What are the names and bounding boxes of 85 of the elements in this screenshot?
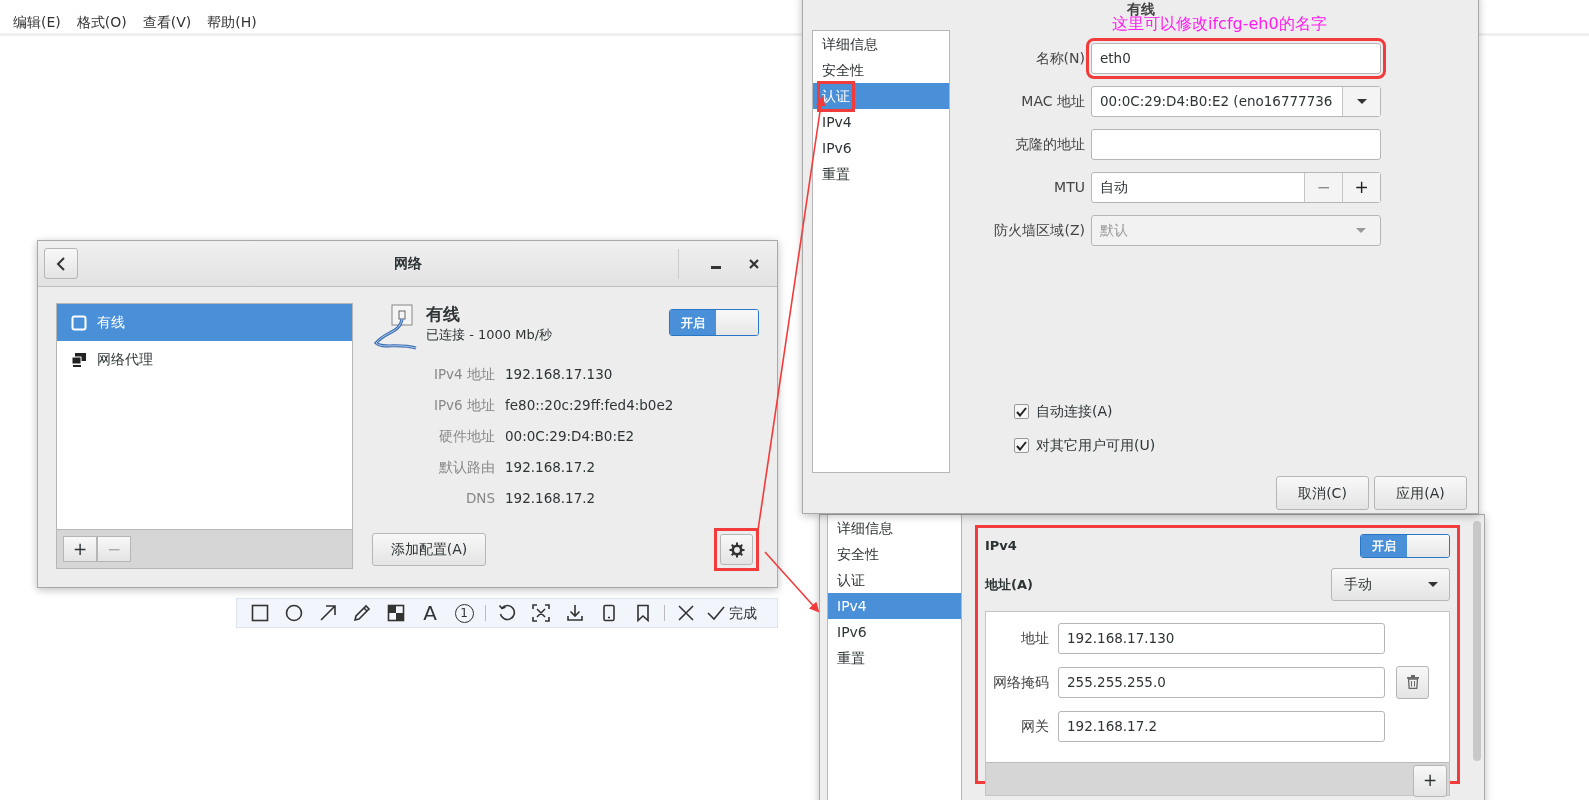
sidebar-item[interactable]: 安全性 xyxy=(828,541,961,567)
text-field[interactable]: 192.168.17.130 xyxy=(1058,622,1385,654)
sidebar-item[interactable]: 详细信息 xyxy=(813,31,949,57)
bookmark-icon[interactable] xyxy=(634,604,652,622)
detail-label: 默认路由 xyxy=(438,458,496,478)
undo-icon[interactable] xyxy=(498,604,516,622)
checkbox-label: 对其它用户可用(U) xyxy=(1036,436,1156,455)
caret-icon xyxy=(1427,581,1439,588)
increment-button[interactable]: + xyxy=(1342,173,1380,202)
detail-label: 硬件地址 xyxy=(438,427,496,447)
field-label: 网络掩码 xyxy=(992,672,1050,692)
caret-icon xyxy=(1355,98,1368,105)
detail-value: 00:0C:29:D4:B0:E2 xyxy=(505,427,635,447)
checkbox[interactable] xyxy=(1014,438,1029,453)
detail-value: 192.168.17.2 xyxy=(505,489,596,509)
dropdown[interactable]: 00:0C:29:D4:B0:E2 (eno16777736 xyxy=(1091,86,1381,117)
connection-status: 已连接 - 1000 Mb/秒 xyxy=(426,326,553,344)
field-label: 克隆的地址 xyxy=(1014,135,1086,154)
field-label: 名称(N) xyxy=(1034,49,1086,68)
detail-label: IPv6 地址 xyxy=(433,396,496,416)
add-button[interactable]: + xyxy=(1413,765,1447,797)
network-icon xyxy=(71,314,87,331)
sidebar-item[interactable]: 重置 xyxy=(813,161,949,187)
menu-item[interactable]: 帮助(H) xyxy=(207,12,257,33)
connection-name: 有线 xyxy=(426,303,461,325)
annotation-text: 这里可以修改ifcfg-eh0的名字 xyxy=(1112,15,1327,33)
mosaic-icon[interactable] xyxy=(387,604,405,622)
field-label: 地址(A) xyxy=(985,575,1033,594)
arrow-icon[interactable] xyxy=(319,604,337,622)
pencil-icon[interactable] xyxy=(353,604,371,622)
field-label: MTU xyxy=(1053,178,1086,197)
add-profile-button[interactable]: 添加配置(A) xyxy=(372,533,486,566)
dropdown: 默认 xyxy=(1091,215,1381,246)
sidebar-item[interactable]: 重置 xyxy=(828,645,961,671)
section-title: IPv4 xyxy=(985,537,1017,556)
dialog-title: 有线 xyxy=(1126,1,1155,17)
detail-value: 192.168.17.130 xyxy=(505,365,613,385)
text-field[interactable] xyxy=(1091,129,1381,160)
settings-icon xyxy=(728,541,745,558)
menu-item[interactable]: 查看(V) xyxy=(142,12,192,33)
caret-icon xyxy=(1355,227,1367,234)
annotation-arrow xyxy=(764,551,820,613)
check-icon xyxy=(707,604,725,622)
detail-label: DNS xyxy=(464,489,496,509)
field-label: MAC 地址 xyxy=(1020,92,1086,111)
sidebar-item[interactable]: IPv4 xyxy=(813,109,949,135)
dialog-button[interactable]: 应用(A) xyxy=(1374,476,1467,510)
field-label: 网关 xyxy=(1020,716,1050,736)
download-icon[interactable] xyxy=(566,604,584,622)
checkbox[interactable] xyxy=(1014,404,1029,419)
text-field[interactable]: 192.168.17.2 xyxy=(1058,710,1385,742)
field-label: 地址 xyxy=(1020,628,1050,648)
sidebar-item[interactable]: IPv6 xyxy=(828,619,961,645)
method-dropdown[interactable]: 手动 xyxy=(1331,568,1450,601)
rectangle-icon[interactable] xyxy=(251,604,269,622)
close-icon[interactable] xyxy=(749,258,759,269)
circle-icon[interactable] xyxy=(285,604,303,622)
add-button[interactable]: + xyxy=(63,536,97,562)
delete-button[interactable] xyxy=(1396,665,1429,699)
crop-icon[interactable] xyxy=(532,604,550,622)
detail-label: IPv4 地址 xyxy=(433,365,496,385)
back-button[interactable] xyxy=(44,248,78,279)
sidebar-item[interactable]: 详细信息 xyxy=(828,515,961,541)
detail-value: 192.168.17.2 xyxy=(505,458,596,478)
field-label: 防火墙区域(Z) xyxy=(993,221,1086,240)
menu-item[interactable]: 格式(O) xyxy=(76,12,127,33)
checkbox-label: 自动连接(A) xyxy=(1036,402,1113,421)
dialog-button[interactable]: 取消(C) xyxy=(1276,476,1369,510)
trash-icon xyxy=(1406,675,1419,689)
sidebar-item[interactable]: IPv6 xyxy=(813,135,949,161)
sidebar-item[interactable]: 安全性 xyxy=(813,57,949,83)
done-button[interactable]: 完成 xyxy=(707,602,757,624)
window-title: 网络 xyxy=(393,254,422,273)
computers-icon xyxy=(71,351,87,368)
detail-value: fe80::20c:29ff:fed4:b0e2 xyxy=(505,396,674,416)
chevron-left-icon xyxy=(56,256,66,271)
scrollbar[interactable] xyxy=(1473,521,1481,761)
close-icon[interactable] xyxy=(677,604,695,622)
settings-button[interactable] xyxy=(720,534,753,565)
text-tool[interactable]: A xyxy=(413,599,447,627)
phone-icon[interactable] xyxy=(600,604,618,622)
sidebar-item[interactable]: 网络代理 xyxy=(57,341,352,378)
text-field[interactable]: 255.255.255.0 xyxy=(1058,666,1385,698)
sidebar-item[interactable]: 认证 xyxy=(828,567,961,593)
menu-item[interactable]: 编辑(E) xyxy=(13,12,61,33)
